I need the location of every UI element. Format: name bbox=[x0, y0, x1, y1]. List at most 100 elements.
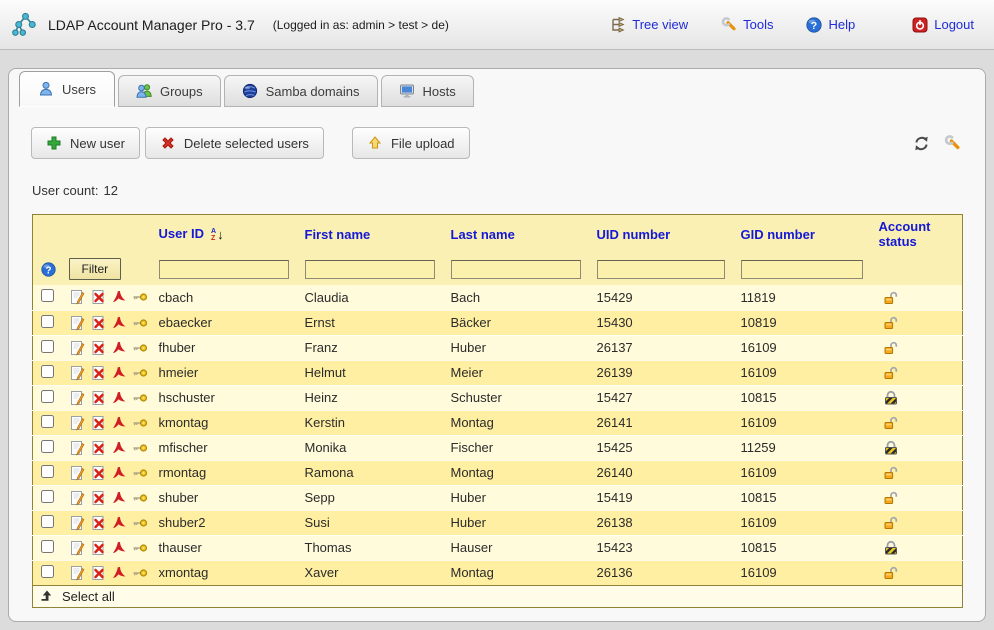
password-key-icon[interactable] bbox=[132, 415, 148, 431]
tab-samba-domains[interactable]: Samba domains bbox=[224, 75, 378, 107]
edit-user-icon[interactable] bbox=[69, 565, 85, 581]
delete-user-icon[interactable] bbox=[90, 565, 106, 581]
delete-user-icon[interactable] bbox=[90, 515, 106, 531]
delete-selected-users-button[interactable]: Delete selected users bbox=[145, 127, 324, 159]
edit-user-icon[interactable] bbox=[69, 540, 85, 556]
edit-user-icon[interactable] bbox=[69, 415, 85, 431]
row-select-checkbox[interactable] bbox=[41, 440, 54, 453]
pdf-export-icon[interactable] bbox=[111, 289, 127, 305]
row-select-checkbox[interactable] bbox=[41, 340, 54, 353]
row-select-checkbox[interactable] bbox=[41, 415, 54, 428]
filter-button[interactable]: Filter bbox=[69, 258, 122, 280]
pdf-export-icon[interactable] bbox=[111, 540, 127, 556]
row-select-checkbox[interactable] bbox=[41, 540, 54, 553]
new-user-button[interactable]: New user bbox=[31, 127, 140, 159]
tab-hosts[interactable]: Hosts bbox=[381, 75, 474, 107]
password-key-icon[interactable] bbox=[132, 390, 148, 406]
account-unlocked-icon bbox=[883, 365, 899, 381]
filter-help-icon[interactable] bbox=[41, 262, 56, 277]
first-name-cell: Monika bbox=[297, 435, 443, 460]
link-logout[interactable]: Logout bbox=[912, 17, 974, 33]
edit-user-icon[interactable] bbox=[69, 315, 85, 331]
gid-number-cell: 10815 bbox=[733, 385, 871, 410]
pdf-export-icon[interactable] bbox=[111, 490, 127, 506]
pdf-export-icon[interactable] bbox=[111, 515, 127, 531]
logged-in-as: (Logged in as: admin > test > de) bbox=[273, 18, 449, 32]
link-tree-view[interactable]: Tree view bbox=[610, 17, 688, 33]
edit-user-icon[interactable] bbox=[69, 465, 85, 481]
password-key-icon[interactable] bbox=[132, 289, 148, 305]
row-select-checkbox[interactable] bbox=[41, 365, 54, 378]
settings-wrench-icon[interactable] bbox=[944, 135, 961, 152]
last-name-cell: Montag bbox=[443, 410, 589, 435]
pdf-export-icon[interactable] bbox=[111, 365, 127, 381]
file-upload-button[interactable]: File upload bbox=[352, 127, 470, 159]
edit-user-icon[interactable] bbox=[69, 390, 85, 406]
pdf-export-icon[interactable] bbox=[111, 565, 127, 581]
tab-groups[interactable]: Groups bbox=[118, 75, 221, 107]
first-name-cell: Franz bbox=[297, 335, 443, 360]
table-row: rmontag Ramona Montag 26140 16109 bbox=[33, 460, 963, 485]
password-key-icon[interactable] bbox=[132, 540, 148, 556]
filter-input-first-name[interactable] bbox=[305, 260, 435, 279]
first-name-cell: Susi bbox=[297, 510, 443, 535]
delete-user-icon[interactable] bbox=[90, 540, 106, 556]
password-key-icon[interactable] bbox=[132, 565, 148, 581]
row-select-checkbox[interactable] bbox=[41, 315, 54, 328]
password-key-icon[interactable] bbox=[132, 465, 148, 481]
filter-input-last-name[interactable] bbox=[451, 260, 581, 279]
gid-number-cell: 10815 bbox=[733, 485, 871, 510]
edit-user-icon[interactable] bbox=[69, 515, 85, 531]
row-select-checkbox[interactable] bbox=[41, 390, 54, 403]
edit-user-icon[interactable] bbox=[69, 340, 85, 356]
delete-user-icon[interactable] bbox=[90, 315, 106, 331]
delete-user-icon[interactable] bbox=[90, 440, 106, 456]
uid-number-cell: 26139 bbox=[589, 360, 733, 385]
pdf-export-icon[interactable] bbox=[111, 390, 127, 406]
row-select-checkbox[interactable] bbox=[41, 515, 54, 528]
row-select-checkbox[interactable] bbox=[41, 565, 54, 578]
password-key-icon[interactable] bbox=[132, 515, 148, 531]
delete-user-icon[interactable] bbox=[90, 289, 106, 305]
row-select-checkbox[interactable] bbox=[41, 490, 54, 503]
edit-user-icon[interactable] bbox=[69, 365, 85, 381]
pdf-export-icon[interactable] bbox=[111, 415, 127, 431]
password-key-icon[interactable] bbox=[132, 365, 148, 381]
edit-user-icon[interactable] bbox=[69, 440, 85, 456]
last-name-cell: Huber bbox=[443, 510, 589, 535]
gid-number-cell: 10819 bbox=[733, 310, 871, 335]
filter-input-uid-number[interactable] bbox=[597, 260, 725, 279]
refresh-icon[interactable] bbox=[913, 135, 930, 152]
password-key-icon[interactable] bbox=[132, 490, 148, 506]
user-id-cell: hmeier bbox=[151, 360, 297, 385]
delete-user-icon[interactable] bbox=[90, 340, 106, 356]
delete-user-icon[interactable] bbox=[90, 365, 106, 381]
delete-user-icon[interactable] bbox=[90, 465, 106, 481]
pdf-export-icon[interactable] bbox=[111, 440, 127, 456]
password-key-icon[interactable] bbox=[132, 440, 148, 456]
password-key-icon[interactable] bbox=[132, 340, 148, 356]
filter-input-user-id[interactable] bbox=[159, 260, 289, 279]
table-row: shuber Sepp Huber 15419 10815 bbox=[33, 485, 963, 510]
tab-users[interactable]: Users bbox=[19, 71, 115, 107]
pdf-export-icon[interactable] bbox=[111, 340, 127, 356]
filter-input-gid-number[interactable] bbox=[741, 260, 863, 279]
edit-user-icon[interactable] bbox=[69, 289, 85, 305]
password-key-icon[interactable] bbox=[132, 315, 148, 331]
select-all-link[interactable]: Select all bbox=[39, 588, 956, 604]
first-name-cell: Heinz bbox=[297, 385, 443, 410]
edit-user-icon[interactable] bbox=[69, 490, 85, 506]
account-unlocked-icon bbox=[883, 465, 899, 481]
pdf-export-icon[interactable] bbox=[111, 315, 127, 331]
row-select-checkbox[interactable] bbox=[41, 465, 54, 478]
delete-user-icon[interactable] bbox=[90, 490, 106, 506]
delete-user-icon[interactable] bbox=[90, 390, 106, 406]
link-tools[interactable]: Tools bbox=[721, 17, 773, 33]
delete-user-icon[interactable] bbox=[90, 415, 106, 431]
last-name-cell: Meier bbox=[443, 360, 589, 385]
sort-icon[interactable]: AZ↓ bbox=[211, 228, 224, 242]
pdf-export-icon[interactable] bbox=[111, 465, 127, 481]
users-table: User IDAZ↓ First name Last name UID numb… bbox=[32, 214, 963, 608]
row-select-checkbox[interactable] bbox=[41, 289, 54, 302]
link-help[interactable]: Help bbox=[806, 17, 855, 33]
